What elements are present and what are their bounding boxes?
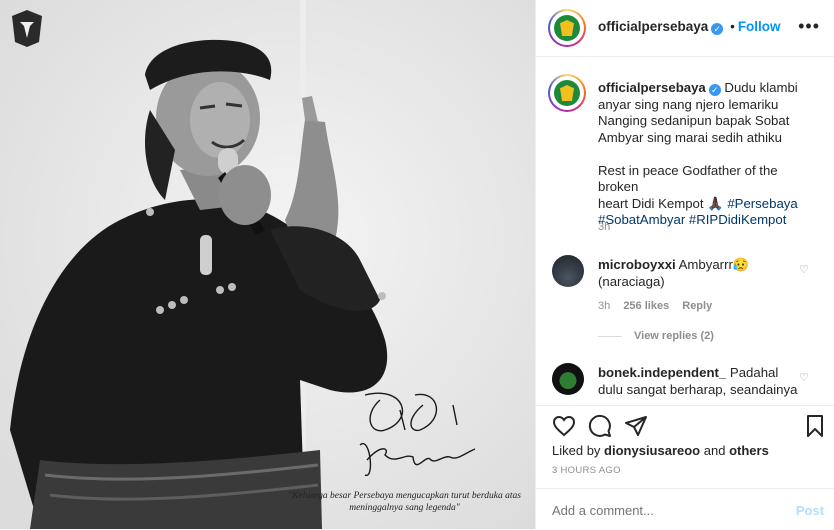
verified-badge-icon: ✓: [711, 23, 724, 35]
header-separator: •: [730, 19, 735, 34]
profile-avatar[interactable]: [548, 9, 586, 47]
liked-by-line: Liked by dionysiusareoo and others: [552, 443, 769, 458]
comment-meta: 3h 256 likes Reply: [598, 300, 712, 312]
comment-reply-button[interactable]: Reply: [682, 300, 712, 312]
save-bookmark-icon[interactable]: [803, 414, 827, 438]
like-heart-icon[interactable]: [552, 414, 576, 438]
caption-username[interactable]: officialpersebaya: [598, 80, 706, 95]
comment-input-bar: Post: [536, 488, 834, 530]
comment-like-heart-icon[interactable]: ♡: [799, 263, 810, 276]
comment-time: 3h: [598, 300, 611, 312]
praying-hands-emoji: 🙏🏿: [707, 195, 724, 211]
comment-username[interactable]: microboyxxi: [598, 257, 676, 272]
more-options-icon[interactable]: •••: [798, 16, 820, 37]
comment-likes[interactable]: 256 likes: [623, 300, 669, 312]
post-sidebar: officialpersebaya ✓ • Follow ••• officialp…: [535, 0, 834, 529]
view-replies[interactable]: View replies (2): [598, 330, 714, 342]
hashtag-ripdidikempot[interactable]: #RIPDidiKempot: [689, 212, 786, 227]
comment-username[interactable]: bonek.independent_: [598, 365, 726, 380]
post-timestamp[interactable]: 3 HOURS AGO: [552, 465, 621, 476]
caption-avatar[interactable]: [548, 74, 586, 112]
post-comment-button[interactable]: Post: [796, 503, 824, 518]
comment-like-heart-icon[interactable]: ♡: [799, 371, 810, 384]
post-image[interactable]: "Keluarga besar Persebaya mengucapkan tu…: [0, 0, 535, 529]
verified-badge-icon: ✓: [708, 84, 721, 96]
replies-divider: [598, 335, 622, 337]
liked-by-others-link[interactable]: others: [729, 443, 769, 458]
comment-bubble-icon[interactable]: [588, 414, 612, 438]
comment-text: microboyxxi Ambyarrr😥 (naraciaga): [598, 257, 750, 289]
share-paper-plane-icon[interactable]: [624, 414, 648, 438]
didi-kempot-signature: [359, 392, 476, 476]
comments-scroll-area[interactable]: officialpersebaya ✓ Dudu klambi anyar sin…: [536, 57, 834, 405]
post-header: officialpersebaya ✓ • Follow •••: [536, 0, 834, 57]
caption-text: officialpersebaya ✓ Dudu klambi anyar sin…: [598, 80, 798, 227]
commenter-avatar[interactable]: [552, 363, 584, 395]
follow-button[interactable]: Follow: [738, 19, 781, 34]
add-comment-input[interactable]: [550, 499, 784, 521]
comment-text: bonek.independent_ Padahal dulu sangat b…: [598, 365, 798, 397]
header-username[interactable]: officialpersebaya: [598, 19, 708, 34]
persebaya-crest-logo: [10, 8, 44, 48]
memorial-tagline: "Keluarga besar Persebaya mengucapkan tu…: [288, 491, 521, 513]
hashtag-sobatambyar[interactable]: #SobatAmbyar: [598, 212, 685, 227]
caption-time: 3h: [598, 221, 611, 233]
hashtag-persebaya[interactable]: #Persebaya: [727, 196, 797, 211]
header-user-line: officialpersebaya ✓ • Follow: [598, 19, 781, 35]
liked-by-user-link[interactable]: dionysiusareoo: [604, 443, 700, 458]
commenter-avatar[interactable]: [552, 255, 584, 287]
